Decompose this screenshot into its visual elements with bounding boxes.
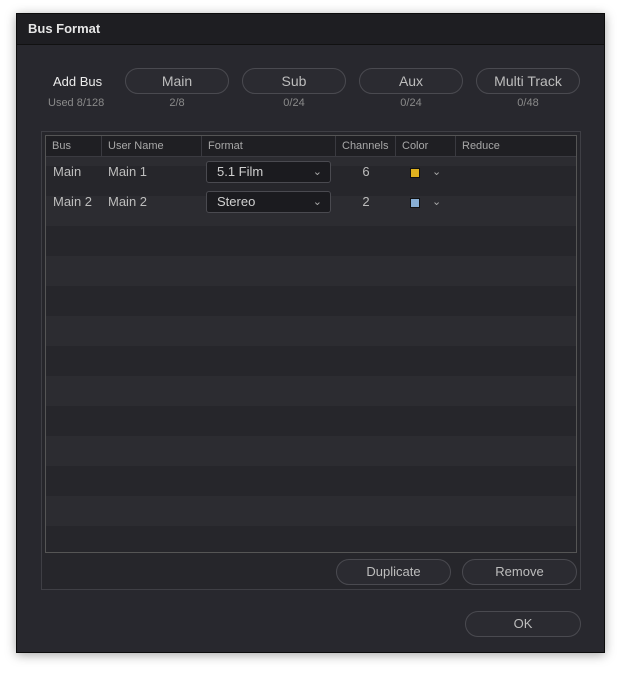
remove-button[interactable]: Remove <box>462 559 577 585</box>
color-swatch[interactable] <box>410 198 420 208</box>
chevron-down-icon: ⌄ <box>312 196 322 208</box>
column-header-color[interactable]: Color <box>396 136 456 156</box>
ok-button[interactable]: OK <box>465 611 581 637</box>
format-select[interactable]: Stereo ⌄ <box>206 191 331 213</box>
column-header-reduce[interactable]: Reduce <box>456 136 576 156</box>
format-select-value: 5.1 Film <box>217 164 264 179</box>
color-swatch[interactable] <box>410 168 420 178</box>
chevron-down-icon[interactable]: ⌄ <box>432 187 441 217</box>
add-main-bus-button[interactable]: Main <box>125 68 229 94</box>
bus-cell: Main <box>53 164 82 179</box>
title-bar[interactable]: Bus Format <box>17 14 604 45</box>
bus-table-panel: Bus User Name Format Channels Color Redu… <box>41 131 581 590</box>
channels-cell: 6 <box>362 164 370 179</box>
user-name-cell[interactable]: Main 1 <box>108 157 147 187</box>
user-name-cell[interactable]: Main 2 <box>108 187 147 217</box>
channels-cell: 2 <box>362 194 370 209</box>
table-row[interactable]: Main Main 1 5.1 Film ⌄ 6 ⌄ <box>46 157 576 187</box>
column-header-bus[interactable]: Bus <box>46 136 102 156</box>
bus-table: Bus User Name Format Channels Color Redu… <box>45 135 577 553</box>
table-row[interactable]: Main 2 Main 2 Stereo ⌄ 2 ⌄ <box>46 187 576 217</box>
column-header-format[interactable]: Format <box>202 136 336 156</box>
chevron-down-icon[interactable]: ⌄ <box>432 157 441 187</box>
add-aux-bus-button[interactable]: Aux <box>359 68 463 94</box>
add-sub-bus-button[interactable]: Sub <box>242 68 346 94</box>
bus-format-dialog: Bus Format Add Bus Used 8/128 Main 2/8 S… <box>16 13 605 653</box>
aux-bus-count: 0/24 <box>400 97 422 109</box>
add-multi-track-bus-button[interactable]: Multi Track <box>476 68 580 94</box>
table-header: Bus User Name Format Channels Color Redu… <box>46 136 576 157</box>
bus-cell: Main 2 <box>53 194 93 209</box>
format-select[interactable]: 5.1 Film ⌄ <box>206 161 331 183</box>
format-select-value: Stereo <box>217 194 256 209</box>
main-bus-count: 2/8 <box>169 97 185 109</box>
multi-track-bus-count: 0/48 <box>517 97 539 109</box>
duplicate-button[interactable]: Duplicate <box>336 559 451 585</box>
column-header-channels[interactable]: Channels <box>336 136 396 156</box>
sub-bus-count: 0/24 <box>283 97 305 109</box>
chevron-down-icon: ⌄ <box>312 166 322 178</box>
add-bus-label: Add Bus <box>53 74 103 89</box>
column-header-user-name[interactable]: User Name <box>102 136 202 156</box>
used-bus-count: Used 8/128 <box>48 97 105 109</box>
dialog-title: Bus Format <box>28 21 101 36</box>
